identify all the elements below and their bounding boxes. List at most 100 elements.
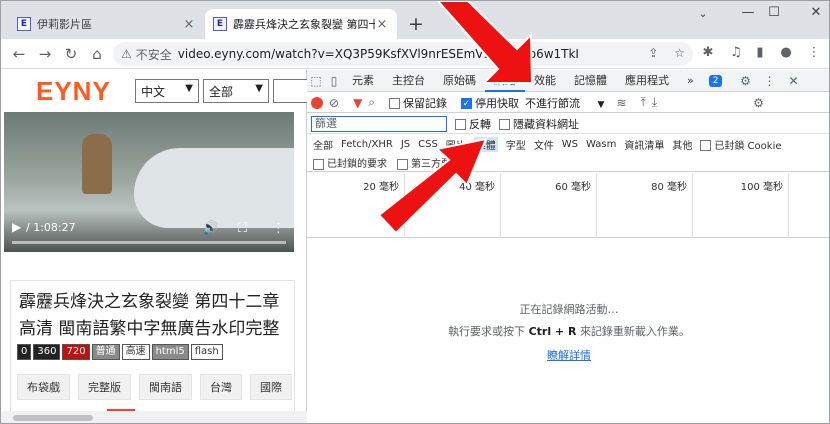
badge-normal[interactable]: 普通 [91,344,120,360]
tab-strip: E 伊莉影片區 × E 霹靂兵烽決之玄象裂變 第四十二章 × + ⌄ — ☐ ✕ [1,1,829,39]
extensions-icon[interactable]: ✱ [699,45,717,60]
inspect-element-icon[interactable]: ⬚ [307,74,325,88]
tag-item[interactable]: 布袋戲 [17,374,70,400]
tag-item[interactable]: 國際 [250,374,292,400]
media-control-icon[interactable]: ♫ [727,45,745,60]
video-progress-bar[interactable] [12,241,286,244]
issues-badge[interactable]: 2 [708,74,723,87]
network-settings-icon[interactable]: ⚙ [753,96,764,110]
checkbox-icon[interactable] [389,98,401,109]
type-filter-img[interactable]: 圖片 [446,137,466,152]
learn-more-link[interactable]: 瞭解詳情 [307,347,829,363]
type-filter-css[interactable]: CSS [418,139,438,150]
type-filter-fetch[interactable]: Fetch/XHR [341,139,393,150]
third-party-checkbox[interactable]: 第三方要求 [397,155,461,170]
network-timeline-overview[interactable]: 20 毫秒 40 毫秒 60 毫秒 80 毫秒 100 毫秒 [307,174,829,238]
type-filter-ws[interactable]: WS [562,139,578,150]
checkbox-checked-icon[interactable]: ✓ [461,98,473,109]
type-filter-font[interactable]: 字型 [506,137,526,152]
settings-gear-icon[interactable]: ⚙ [736,74,754,88]
tag-item[interactable]: 完整版 [78,374,131,400]
tab-network[interactable]: 網路 [485,70,525,92]
badge-720[interactable]: 720 [62,344,90,360]
tab-sources[interactable]: 原始碼 [434,70,485,92]
address-bar[interactable]: ⚠ 不安全 video.eyny.com/watch?v=XQ3P59KsfXV… [113,42,693,66]
close-tab-icon[interactable]: × [375,17,389,32]
record-icon[interactable] [311,96,323,109]
type-filter-wasm[interactable]: Wasm [586,139,616,150]
home-icon[interactable]: ⌂ [87,44,107,64]
chevron-down-icon: ▼ [597,99,605,110]
filter-input[interactable]: 篩選 [311,115,447,132]
site-logo[interactable]: EYNY [36,76,111,107]
import-har-icon[interactable]: ⤒ [641,95,646,110]
browser-menu-icon[interactable]: ⋮ [805,45,823,60]
filter-row: 篩選 反轉 隱藏資料網址 [307,114,829,134]
device-toolbar-icon[interactable]: ▯ [325,74,343,88]
play-icon[interactable]: ▶ [12,220,21,234]
close-window-button[interactable]: ✕ [796,5,829,27]
bookmark-star-icon[interactable]: ☆ [674,46,685,60]
blocked-cookies-checkbox[interactable]: 已封鎖 Cookie [700,137,782,152]
share-icon[interactable]: ⇪ [648,46,658,60]
type-filter-other[interactable]: 其他 [672,137,692,152]
badge-360[interactable]: 360 [33,344,61,360]
maximize-button[interactable]: ☐ [754,5,794,27]
forward-icon[interactable]: → [35,44,55,64]
tag-item[interactable]: 台灣 [200,374,242,400]
checkbox-icon[interactable] [499,119,510,130]
language-select[interactable]: 中文 ▼ [135,79,199,103]
checkbox-icon[interactable] [700,140,712,151]
throttling-select[interactable]: 不進行節流 ▼ [525,95,604,111]
hide-data-urls-checkbox[interactable]: 隱藏資料網址 [499,116,579,132]
close-tab-icon[interactable]: × [182,17,196,32]
disable-cache-checkbox[interactable]: ✓ 停用快取 [461,95,519,111]
checkbox-icon[interactable] [455,119,466,130]
badge-html5[interactable]: html5 [151,344,189,360]
badge-fast[interactable]: 高速 [121,344,150,360]
badge-flash[interactable]: flash [190,344,223,360]
tag-item[interactable]: 閩南語 [139,374,192,400]
category-select[interactable]: 全部 ▼ [203,79,269,103]
export-har-icon[interactable]: ⤓ [652,95,657,110]
tab-console[interactable]: 主控台 [383,70,434,92]
preserve-log-checkbox[interactable]: 保留記錄 [389,95,447,111]
type-filter-js[interactable]: JS [401,139,410,150]
devtools-menu-icon[interactable]: ⋮ [760,74,778,88]
network-conditions-icon[interactable]: ≋ [616,96,626,110]
invert-checkbox[interactable]: 反轉 [455,116,491,132]
filter-funnel-icon[interactable]: ▼ [353,96,362,110]
new-tab-button[interactable]: + [405,13,427,35]
checkbox-icon[interactable] [397,158,408,170]
scrollbar-thumb[interactable] [13,415,93,421]
tab-application[interactable]: 應用程式 [616,70,678,92]
fullscreen-icon[interactable]: ⛶ [238,221,247,236]
reload-icon[interactable]: ↻ [61,44,81,64]
tab-performance[interactable]: 效能 [525,70,565,92]
side-panel-icon[interactable]: ▮ [751,45,769,60]
tab-search-icon[interactable]: ⌄ [683,7,723,29]
type-filter-doc[interactable]: 文件 [534,137,554,152]
close-devtools-icon[interactable]: ✕ [784,74,802,88]
horizontal-scrollbar[interactable] [1,411,307,423]
more-options-icon[interactable]: ⋮ [272,221,285,236]
tab-elements[interactable]: 元素 [343,70,383,92]
tab-current-video[interactable]: E 霹靂兵烽決之玄象裂變 第四十二章 × [205,9,397,39]
more-tabs-icon[interactable]: » [678,70,703,92]
volume-icon[interactable]: 🔊 [202,221,218,236]
back-icon[interactable]: ← [9,44,29,64]
warning-icon[interactable]: ⚠ [121,47,132,61]
profile-avatar-icon[interactable]: ● [777,45,795,60]
type-filter-manifest[interactable]: 資訊清單 [624,137,664,152]
blocked-requests-checkbox[interactable]: 已封鎖的要求 [313,155,387,170]
tab-memory[interactable]: 記憶體 [565,70,616,92]
video-player[interactable]: ▶ / 1:08:27 🔊 ⛶ ⋮ [4,112,294,252]
security-label[interactable]: 不安全 [136,46,172,63]
type-filter-media[interactable]: 媒體 [473,136,498,152]
url-text[interactable]: video.eyny.com/watch?v=XQ3P59KsfXVl9nrES… [178,47,578,61]
type-filter-all[interactable]: 全部 [313,137,333,152]
tab-eyny-video[interactable]: E 伊莉影片區 × [9,9,204,39]
checkbox-icon[interactable] [313,158,324,170]
clear-icon[interactable]: ⊘ [329,96,339,110]
search-icon[interactable]: ⌕ [368,95,375,110]
